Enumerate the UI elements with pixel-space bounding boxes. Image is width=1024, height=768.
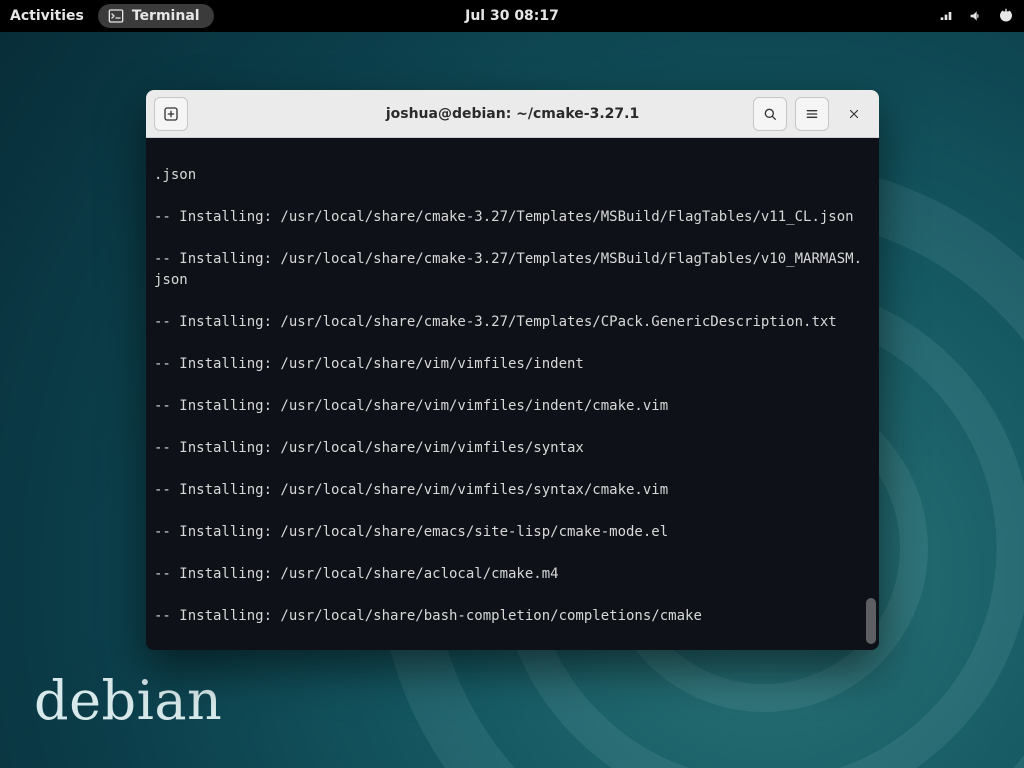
plus-box-icon	[163, 106, 179, 122]
terminal-scrollbar[interactable]	[866, 144, 876, 644]
term-line: -- Installing: /usr/local/share/bash-com…	[154, 606, 863, 627]
term-line: -- Installing: /usr/local/share/vim/vimf…	[154, 438, 863, 459]
volume-icon[interactable]	[968, 8, 984, 24]
gnome-topbar: Activities Terminal Jul 30 08:17	[0, 0, 1024, 32]
window-close-button[interactable]	[837, 97, 871, 131]
power-icon[interactable]	[998, 8, 1014, 24]
debian-wordmark: debian	[34, 669, 222, 732]
search-icon	[762, 106, 778, 122]
close-icon	[847, 107, 861, 121]
term-line: -- Installing: /usr/local/share/cmake-3.…	[154, 312, 863, 333]
active-app-pill[interactable]: Terminal	[98, 4, 214, 28]
terminal-icon	[108, 8, 124, 24]
terminal-window: joshua@debian: ~/cmake-3.27.1 .json -- I…	[146, 90, 879, 650]
term-line: -- Installing: /usr/local/share/vim/vimf…	[154, 354, 863, 375]
activities-button[interactable]: Activities	[10, 8, 84, 24]
term-line: .json	[154, 165, 863, 186]
term-line: -- Installing: /usr/local/share/vim/vimf…	[154, 396, 863, 417]
clock[interactable]: Jul 30 08:17	[465, 8, 559, 24]
terminal-menu-button[interactable]	[795, 97, 829, 131]
terminal-titlebar: joshua@debian: ~/cmake-3.27.1	[146, 90, 879, 138]
term-line: -- Installing: /usr/local/share/bash-com…	[154, 648, 863, 650]
new-tab-button[interactable]	[154, 97, 188, 131]
network-icon[interactable]	[938, 8, 954, 24]
terminal-scrollbar-thumb[interactable]	[866, 598, 876, 644]
term-line: -- Installing: /usr/local/share/aclocal/…	[154, 564, 863, 585]
hamburger-icon	[804, 106, 820, 122]
terminal-search-button[interactable]	[753, 97, 787, 131]
terminal-viewport[interactable]: .json -- Installing: /usr/local/share/cm…	[146, 138, 879, 650]
term-line: -- Installing: /usr/local/share/emacs/si…	[154, 522, 863, 543]
term-line: -- Installing: /usr/local/share/cmake-3.…	[154, 249, 863, 291]
term-line: -- Installing: /usr/local/share/vim/vimf…	[154, 480, 863, 501]
term-line: -- Installing: /usr/local/share/cmake-3.…	[154, 207, 863, 228]
active-app-label: Terminal	[132, 8, 200, 24]
window-title: joshua@debian: ~/cmake-3.27.1	[386, 106, 639, 122]
